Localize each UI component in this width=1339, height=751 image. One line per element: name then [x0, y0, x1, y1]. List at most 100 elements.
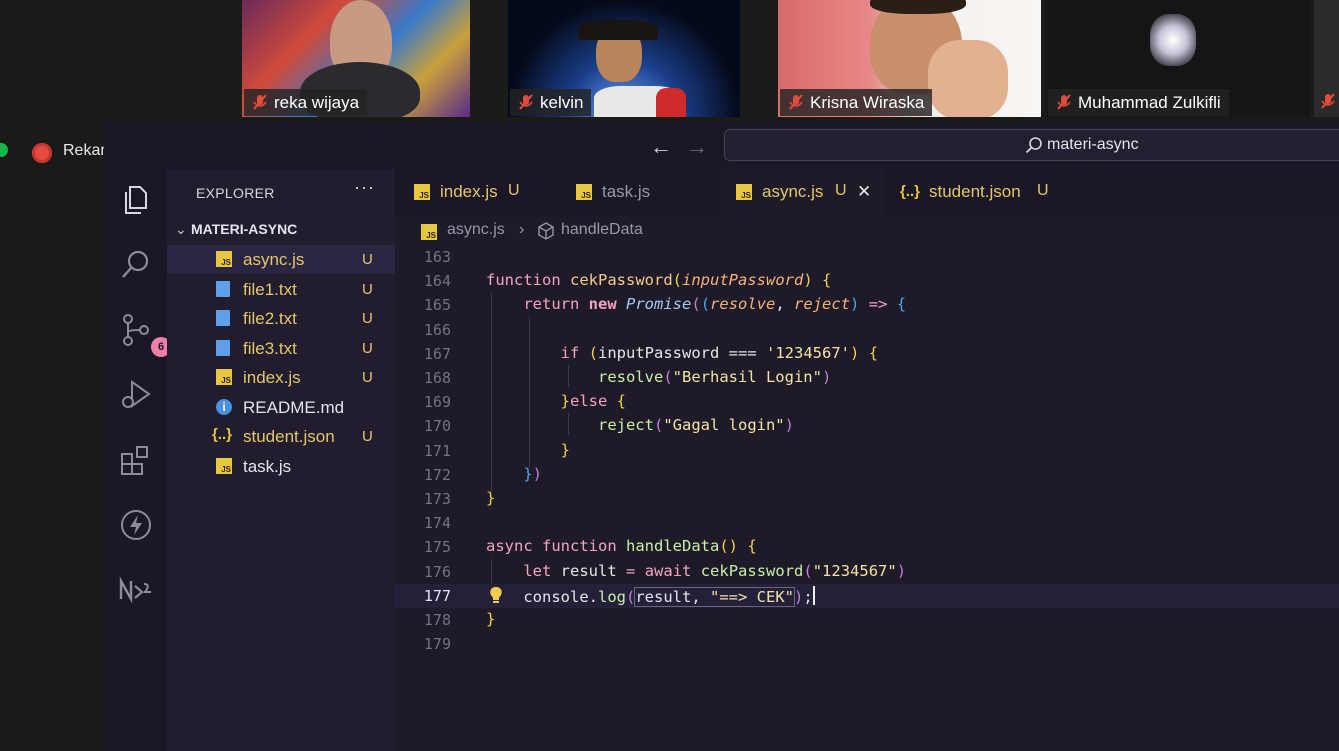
code-line: 164 function cekPassword(inputPassword) {: [395, 269, 1339, 293]
tab-task-js[interactable]: JS task.js: [555, 169, 720, 215]
file-name: async.js: [243, 250, 305, 269]
code-line: 165 return new Promise((resolve, reject)…: [395, 293, 1339, 317]
parameter: reject: [794, 295, 851, 314]
participant-hair: [870, 0, 966, 14]
mic-muted-icon: [519, 94, 533, 110]
tab-bar: JS index.js U JS task.js JS async.js U ✕…: [395, 169, 1339, 215]
code-line: 169 }else {: [395, 390, 1339, 414]
function-name: cekPassword: [570, 271, 673, 290]
code-text: reject("Gagal login"): [597, 416, 794, 435]
back-arrow-icon[interactable]: ←: [650, 134, 672, 160]
tab-status: U: [508, 182, 520, 199]
search-icon[interactable]: [118, 247, 154, 283]
file-item[interactable]: file1.txt U: [167, 275, 395, 304]
tab-close-icon[interactable]: ✕: [857, 182, 871, 202]
file-item[interactable]: JS task.js: [167, 452, 395, 481]
participant-hair: [578, 20, 658, 40]
code-text: }): [523, 464, 543, 483]
keyword: async: [486, 537, 533, 556]
line-number: 177: [423, 586, 451, 605]
json-icon: {..}: [900, 183, 921, 200]
file-item[interactable]: JS async.js U: [167, 245, 395, 274]
participant-shirt-stripe: [656, 88, 686, 117]
participant-tile[interactable]: kelvin: [508, 0, 740, 117]
code-text: async function handleData() {: [486, 537, 757, 556]
folder-header[interactable]: ⌄ MATERI-ASYNC: [175, 221, 297, 238]
line-number: 172: [423, 465, 451, 484]
selected-arguments: result, "==> CEK": [634, 586, 796, 607]
participant-tile[interactable]: reka wijaya: [242, 0, 470, 117]
participant-tile-partial[interactable]: [1314, 0, 1339, 117]
symbol-method-icon: [538, 222, 554, 240]
code-editor[interactable]: 163 164 function cekPassword(inputPasswor…: [395, 245, 1339, 751]
code-line: 163: [395, 245, 1339, 269]
participant-name-text: Krisna Wiraska: [810, 93, 925, 112]
line-number: 176: [423, 562, 451, 581]
code-text: return new Promise((resolve, reject) => …: [523, 295, 907, 314]
participant-strip: reka wijaya kelvin Krisna Wiraska Muhamm…: [0, 0, 1339, 118]
chevron-right-icon: ›: [519, 221, 525, 238]
keyword: return: [523, 295, 580, 314]
line-number: 173: [423, 490, 451, 508]
participant-name: kelvin: [510, 89, 592, 116]
file-status: U: [362, 310, 373, 327]
code-line: 168 resolve("Berhasil Login"): [395, 366, 1339, 390]
participant-tile[interactable]: Muhammad Zulkifli: [1046, 0, 1310, 117]
file-name: task.js: [243, 457, 292, 476]
command-center-search[interactable]: materi-async: [724, 129, 1339, 161]
run-debug-icon[interactable]: [118, 377, 154, 413]
code-line: 179: [395, 632, 1339, 656]
tab-async-js[interactable]: JS async.js U ✕: [720, 169, 885, 215]
breadcrumb-file[interactable]: async.js: [447, 221, 505, 239]
js-icon: JS: [421, 224, 437, 240]
participant-name-text: Muhammad Zulkifli: [1078, 93, 1221, 112]
string: '1234567': [766, 343, 850, 362]
function-call: cekPassword: [700, 561, 804, 580]
line-number: 167: [423, 344, 451, 363]
lightning-icon[interactable]: [118, 507, 154, 543]
code-line: 167 if (inputPassword === '1234567') {: [395, 342, 1339, 366]
line-number: 166: [423, 320, 451, 339]
tab-status: U: [835, 182, 847, 199]
code-text: resolve("Berhasil Login"): [597, 368, 832, 386]
nx-console-icon[interactable]: [118, 572, 154, 608]
file-status: U: [362, 281, 373, 298]
file-status: U: [362, 428, 373, 445]
file-item[interactable]: file2.txt U: [167, 304, 395, 333]
line-number: 175: [423, 538, 451, 557]
parameter: inputPassword: [682, 271, 804, 290]
tab-student-json[interactable]: {..} student.json U: [885, 169, 1070, 215]
code-text: }: [560, 440, 570, 459]
participant-tile[interactable]: Krisna Wiraska: [778, 0, 1041, 117]
file-name: index.js: [243, 368, 301, 387]
mic-muted-icon: [789, 94, 803, 110]
mic-muted-icon: [1057, 94, 1071, 110]
file-item[interactable]: {..} student.json U: [167, 422, 395, 451]
code-text: if (inputPassword === '1234567') {: [560, 343, 879, 362]
extensions-icon[interactable]: [118, 442, 154, 478]
activity-bar: 6: [104, 169, 171, 751]
line-number: 174: [423, 514, 451, 533]
forward-arrow-icon[interactable]: →: [686, 134, 708, 160]
source-control-icon: [123, 314, 149, 346]
file-item[interactable]: file3.txt U: [167, 334, 395, 363]
code-line: 178}: [395, 608, 1339, 632]
keyword: let: [523, 561, 552, 580]
line-number: 178: [423, 611, 451, 629]
screen: reka wijaya kelvin Krisna Wiraska Muhamm…: [0, 0, 1339, 751]
explorer-menu-button[interactable]: ···: [354, 177, 375, 198]
parameter: resolve: [710, 295, 776, 314]
explorer-files-icon[interactable]: [118, 182, 154, 218]
js-icon: JS: [216, 458, 232, 474]
source-control-item[interactable]: 6: [118, 312, 171, 357]
code-text: function cekPassword(inputPassword) {: [486, 271, 832, 290]
tab-index-js[interactable]: JS index.js U: [395, 169, 555, 215]
code-text: console.log(result, "==> CEK");: [523, 585, 815, 607]
file-item[interactable]: JS index.js U: [167, 363, 395, 392]
file-item[interactable]: i README.md: [167, 393, 395, 422]
participant-name: reka wijaya: [244, 89, 368, 116]
status-dot: [0, 143, 8, 157]
keyword: new: [588, 295, 617, 314]
breadcrumb-symbol[interactable]: handleData: [561, 221, 643, 239]
js-icon: JS: [216, 251, 232, 267]
